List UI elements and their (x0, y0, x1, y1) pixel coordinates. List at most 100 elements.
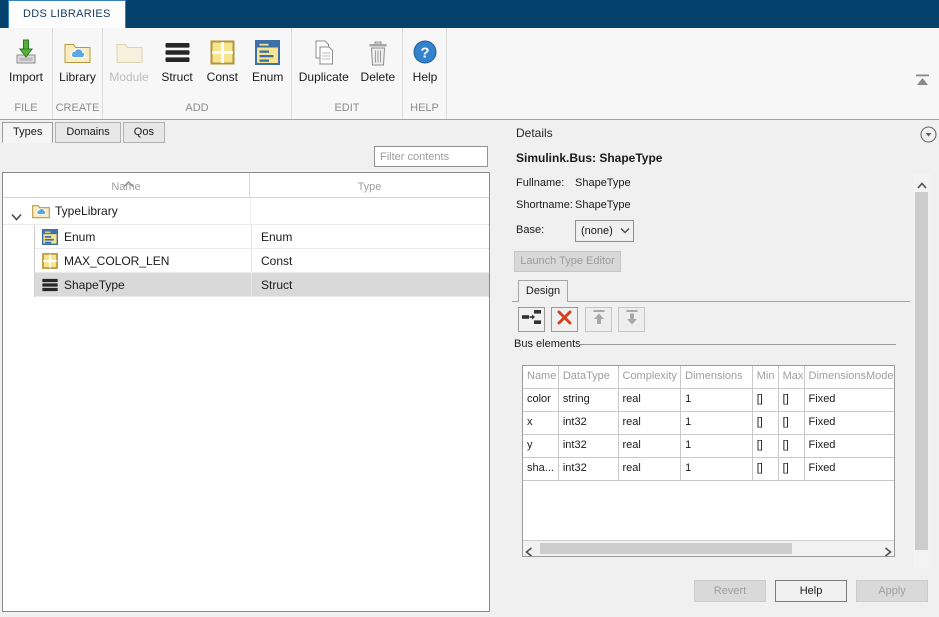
filter-contents-input[interactable] (374, 146, 488, 167)
move-down-button (618, 307, 645, 332)
cell[interactable]: y (523, 435, 559, 457)
toolstrip-section-file: Import FILE (0, 28, 53, 119)
cell[interactable]: [] (779, 435, 805, 457)
cell[interactable]: real (619, 412, 682, 434)
tree-row-enum[interactable]: Enum Enum (35, 225, 489, 249)
table-row[interactable]: x int32 real 1 [] [] Fixed (523, 412, 894, 435)
table-row[interactable]: y int32 real 1 [] [] Fixed (523, 435, 894, 458)
chevron-down-icon[interactable] (11, 208, 22, 226)
module-label: Module (109, 70, 148, 84)
cell[interactable]: 1 (681, 389, 753, 411)
cell[interactable]: 1 (681, 412, 753, 434)
toolstrip-spacer (447, 28, 939, 119)
cell[interactable]: Fixed (805, 412, 894, 434)
delete-x-icon (556, 309, 573, 331)
help-icon: ? (412, 37, 438, 67)
scroll-right-icon[interactable] (884, 544, 892, 562)
tab-dds-libraries[interactable]: DDS LIBRARIES (8, 0, 126, 28)
chevron-down-icon (620, 225, 630, 237)
tab-domains[interactable]: Domains (55, 122, 120, 143)
help-button[interactable]: ? Help (403, 28, 447, 84)
col-max: Max (779, 366, 805, 388)
cell[interactable]: [] (753, 435, 779, 457)
tree-item-name: ShapeType (64, 278, 125, 292)
details-panel: Details Simulink.Bus: ShapeType Fullname… (500, 120, 939, 617)
table-row[interactable]: sha... int32 real 1 [] [] Fixed (523, 458, 894, 481)
duplicate-button[interactable]: Duplicate (294, 28, 354, 84)
tab-qos[interactable]: Qos (123, 122, 165, 143)
cell[interactable]: sha... (523, 458, 559, 480)
cell[interactable]: [] (753, 389, 779, 411)
cell[interactable]: 1 (681, 458, 753, 480)
vertical-scrollbar-thumb[interactable] (915, 192, 928, 550)
cell[interactable]: [] (779, 389, 805, 411)
const-button[interactable]: Const (200, 28, 244, 84)
cell[interactable]: real (619, 389, 682, 411)
collapse-details-icon[interactable] (920, 126, 937, 143)
cell[interactable]: [] (779, 412, 805, 434)
tree-row-shapetype[interactable]: ShapeType Struct (35, 273, 489, 297)
selected-type-heading: Simulink.Bus: ShapeType (516, 151, 662, 165)
launch-type-editor-button: Launch Type Editor (514, 251, 621, 272)
help-footer-button[interactable]: Help (775, 580, 847, 602)
duplicate-icon (311, 37, 337, 67)
scroll-left-icon[interactable] (525, 544, 533, 562)
titlebar: DDS LIBRARIES (0, 0, 939, 28)
base-dropdown[interactable]: (none) (575, 220, 634, 242)
delete-bus-element-button[interactable] (551, 307, 578, 332)
collapse-toolstrip-icon[interactable] (915, 73, 931, 85)
add-bus-element-button[interactable] (518, 307, 545, 332)
vertical-scrollbar[interactable] (913, 174, 930, 568)
cell[interactable]: x (523, 412, 559, 434)
cell[interactable]: [] (753, 458, 779, 480)
cell[interactable]: string (559, 389, 619, 411)
move-up-icon (592, 309, 606, 330)
left-tabstrip: Types Domains Qos (2, 122, 165, 143)
cell[interactable]: [] (753, 412, 779, 434)
bus-elements-group-line (578, 344, 896, 345)
help-label: Help (413, 70, 438, 84)
column-divider (251, 225, 252, 248)
column-header-type[interactable]: Type (250, 173, 489, 197)
duplicate-label: Duplicate (299, 70, 349, 84)
base-label: Base: (516, 224, 544, 236)
import-icon (12, 37, 40, 67)
col-dimensionsmode: DimensionsMode (805, 366, 894, 388)
cell[interactable]: [] (779, 458, 805, 480)
cell[interactable]: Fixed (805, 435, 894, 457)
horizontal-scrollbar-thumb[interactable] (540, 543, 792, 554)
shortname-value: ShapeType (575, 199, 631, 211)
add-element-icon (522, 309, 541, 330)
cell[interactable]: int32 (559, 458, 619, 480)
struct-label: Struct (161, 70, 192, 84)
enum-button[interactable]: Enum (246, 28, 290, 84)
column-divider (250, 198, 251, 224)
library-label: Library (59, 70, 96, 84)
tab-design[interactable]: Design (518, 280, 568, 302)
cell[interactable]: int32 (559, 412, 619, 434)
tree-row-typelibrary[interactable]: TypeLibrary (3, 198, 489, 225)
cell[interactable]: Fixed (805, 389, 894, 411)
library-button[interactable]: Library (54, 28, 101, 84)
struct-button[interactable]: Struct (155, 28, 199, 84)
column-divider (251, 273, 252, 296)
shortname-label: Shortname: (516, 199, 573, 211)
toolstrip-section-create: Library CREATE (53, 28, 103, 119)
tree-row-max-color-len[interactable]: MAX_COLOR_LEN Const (35, 249, 489, 273)
cell[interactable]: real (619, 435, 682, 457)
tree-root-label: TypeLibrary (55, 204, 118, 218)
cell[interactable]: color (523, 389, 559, 411)
cell[interactable]: int32 (559, 435, 619, 457)
base-dropdown-value: (none) (581, 225, 613, 237)
delete-button[interactable]: Delete (356, 28, 401, 84)
horizontal-scrollbar[interactable] (523, 540, 894, 556)
tab-types[interactable]: Types (2, 122, 53, 143)
toolstrip-section-add: Module Struct (103, 28, 292, 119)
cell[interactable]: real (619, 458, 682, 480)
import-button[interactable]: Import (4, 28, 48, 84)
library-browser-panel: Types Domains Qos Name Type TypeLibrary (0, 120, 500, 617)
cell[interactable]: Fixed (805, 458, 894, 480)
toolstrip-section-edit: Duplicate Delete EDIT (292, 28, 403, 119)
cell[interactable]: 1 (681, 435, 753, 457)
table-row[interactable]: color string real 1 [] [] Fixed (523, 389, 894, 412)
